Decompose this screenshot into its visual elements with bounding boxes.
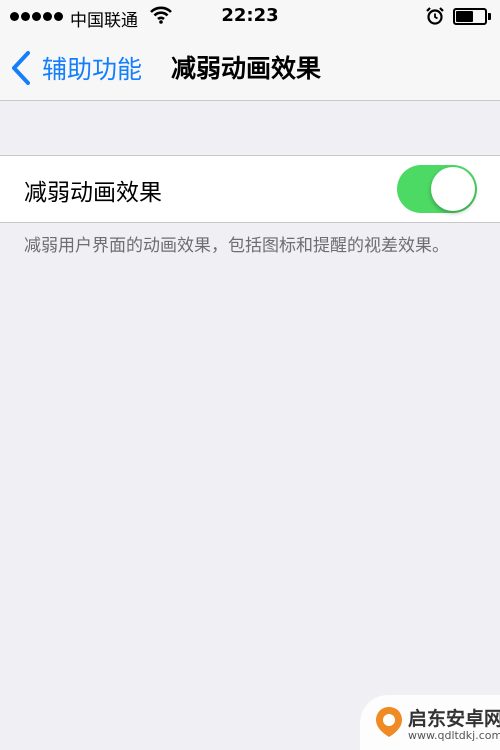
battery-fill [456,11,473,22]
battery-icon [453,8,491,25]
reduce-motion-toggle[interactable] [397,165,477,213]
alarm-icon [425,6,445,31]
reduce-motion-label: 减弱动画效果 [24,180,162,206]
back-button[interactable]: 辅助功能 [10,48,142,88]
back-button-label: 辅助功能 [42,55,143,84]
chevron-left-icon [10,48,40,88]
reduce-motion-row: 减弱动画效果 [0,155,500,223]
navigation-bar: 辅助功能 减弱动画效果 [0,34,500,101]
status-bar: 中国联通 22:23 [0,0,500,34]
page-title: 减弱动画效果 [171,54,322,83]
setting-description: 减弱用户界面的动画效果，包括图标和提醒的视差效果。 [24,236,449,256]
watermark: 启东安卓网 www.qdltdkj.com [360,695,500,750]
watermark-logo-icon [374,705,404,739]
watermark-text: 启东安卓网 [408,708,500,730]
screen: 中国联通 22:23 辅助功能 减弱动画效果 减弱动画效果 减弱用户界面的动画效… [0,0,500,750]
watermark-url: www.qdltdkj.com [408,729,500,742]
toggle-knob [431,167,475,211]
